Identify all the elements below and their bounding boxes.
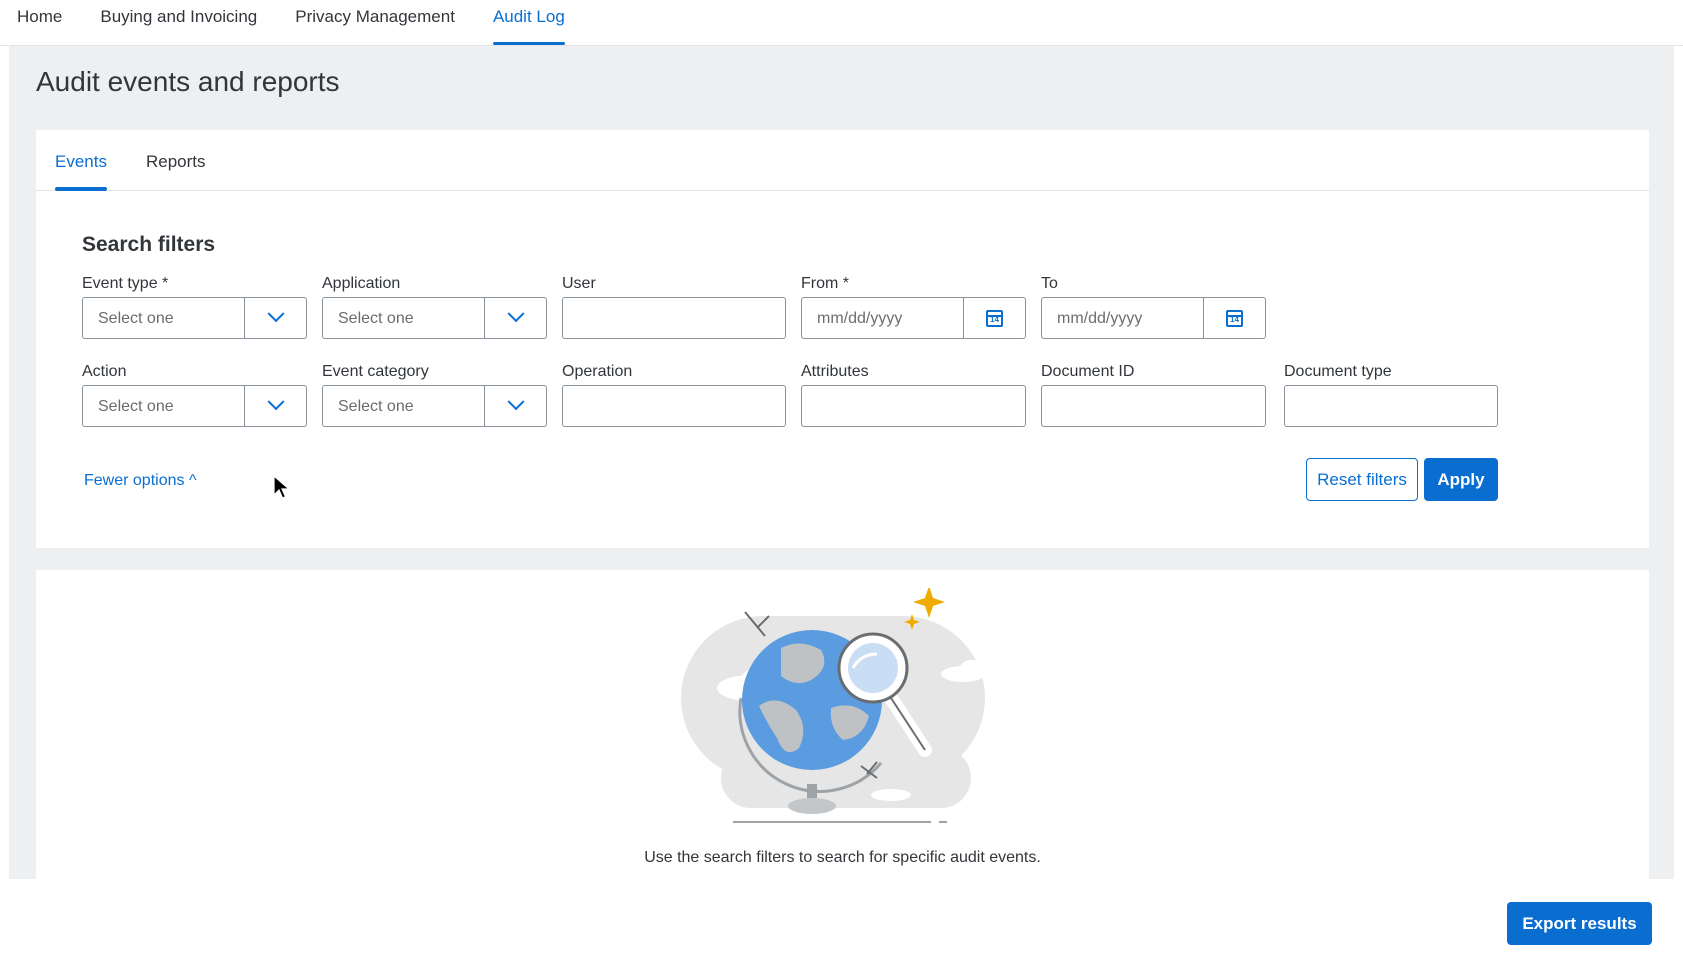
event-type-select[interactable]: Select one — [82, 297, 307, 339]
tab-events[interactable]: Events — [55, 130, 107, 191]
to-date-label: To — [1041, 275, 1058, 292]
chevron-down-icon — [267, 393, 284, 411]
user-input-value — [563, 298, 785, 338]
globe-search-illustration — [681, 588, 985, 823]
operation-input-value — [563, 386, 785, 426]
empty-state-message: Use the search filters to search for spe… — [644, 849, 1041, 866]
nav-item-audit-log[interactable]: Audit Log — [492, 0, 565, 46]
user-label: User — [562, 275, 596, 292]
document-id-input[interactable] — [1041, 385, 1266, 427]
attributes-input-value — [802, 386, 1025, 426]
tab-reports[interactable]: Reports — [146, 130, 206, 190]
event-category-select[interactable]: Select one — [322, 385, 547, 427]
event-type-dropdown-button[interactable] — [244, 298, 306, 338]
application-placeholder: Select one — [338, 310, 414, 327]
attributes-label: Attributes — [801, 363, 869, 380]
user-input[interactable] — [562, 297, 786, 339]
event-category-label: Event category — [322, 363, 429, 380]
event-category-placeholder: Select one — [338, 398, 414, 415]
to-date-placeholder: mm/dd/yyyy — [1057, 310, 1143, 327]
action-label: Action — [82, 363, 127, 380]
application-dropdown-button[interactable] — [484, 298, 546, 338]
application-label: Application — [322, 275, 401, 292]
from-date-picker[interactable]: mm/dd/yyyy 14 — [801, 297, 1026, 339]
event-type-label: Event type * — [82, 275, 169, 292]
page-title: Audit events and reports — [36, 66, 340, 97]
chevron-down-icon — [267, 305, 284, 323]
tab-bar: Events Reports — [36, 130, 1649, 191]
mouse-cursor-icon — [273, 475, 291, 499]
to-date-calendar-button[interactable]: 14 — [1203, 298, 1265, 338]
action-dropdown-button[interactable] — [244, 386, 306, 426]
event-type-placeholder: Select one — [98, 310, 174, 327]
results-card: Use the search filters to search for spe… — [36, 570, 1649, 879]
nav-item-home[interactable]: Home — [17, 0, 62, 46]
apply-button[interactable]: Apply — [1424, 458, 1498, 501]
page-shell: Audit events and reports Events Reports … — [9, 46, 1674, 879]
document-type-input[interactable] — [1284, 385, 1498, 427]
export-results-button[interactable]: Export results — [1507, 902, 1652, 945]
document-id-label: Document ID — [1041, 363, 1135, 380]
document-type-label: Document type — [1284, 363, 1392, 380]
top-navigation: Home Buying and Invoicing Privacy Manage… — [0, 0, 1683, 46]
from-date-label: From * — [801, 275, 849, 292]
calendar-icon: 14 — [1226, 309, 1243, 327]
application-select[interactable]: Select one — [322, 297, 547, 339]
fewer-options-link[interactable]: Fewer options ^ — [84, 472, 196, 490]
nav-item-buying-and-invoicing[interactable]: Buying and Invoicing — [100, 0, 257, 46]
chevron-down-icon — [507, 305, 524, 323]
attributes-input[interactable] — [801, 385, 1026, 427]
from-date-placeholder: mm/dd/yyyy — [817, 310, 903, 327]
calendar-icon: 14 — [986, 309, 1003, 327]
document-id-input-value — [1042, 386, 1265, 426]
reset-filters-button[interactable]: Reset filters — [1306, 458, 1418, 501]
chevron-down-icon — [507, 393, 524, 411]
action-placeholder: Select one — [98, 398, 174, 415]
to-date-picker[interactable]: mm/dd/yyyy 14 — [1041, 297, 1266, 339]
operation-label: Operation — [562, 363, 633, 380]
from-date-calendar-button[interactable]: 14 — [963, 298, 1025, 338]
event-category-dropdown-button[interactable] — [484, 386, 546, 426]
operation-input[interactable] — [562, 385, 786, 427]
document-type-input-value — [1285, 386, 1497, 426]
search-filters-title: Search filters — [82, 233, 216, 256]
footer-bar: Export results — [0, 879, 1683, 957]
action-select[interactable]: Select one — [82, 385, 307, 427]
nav-item-privacy-management[interactable]: Privacy Management — [295, 0, 455, 46]
